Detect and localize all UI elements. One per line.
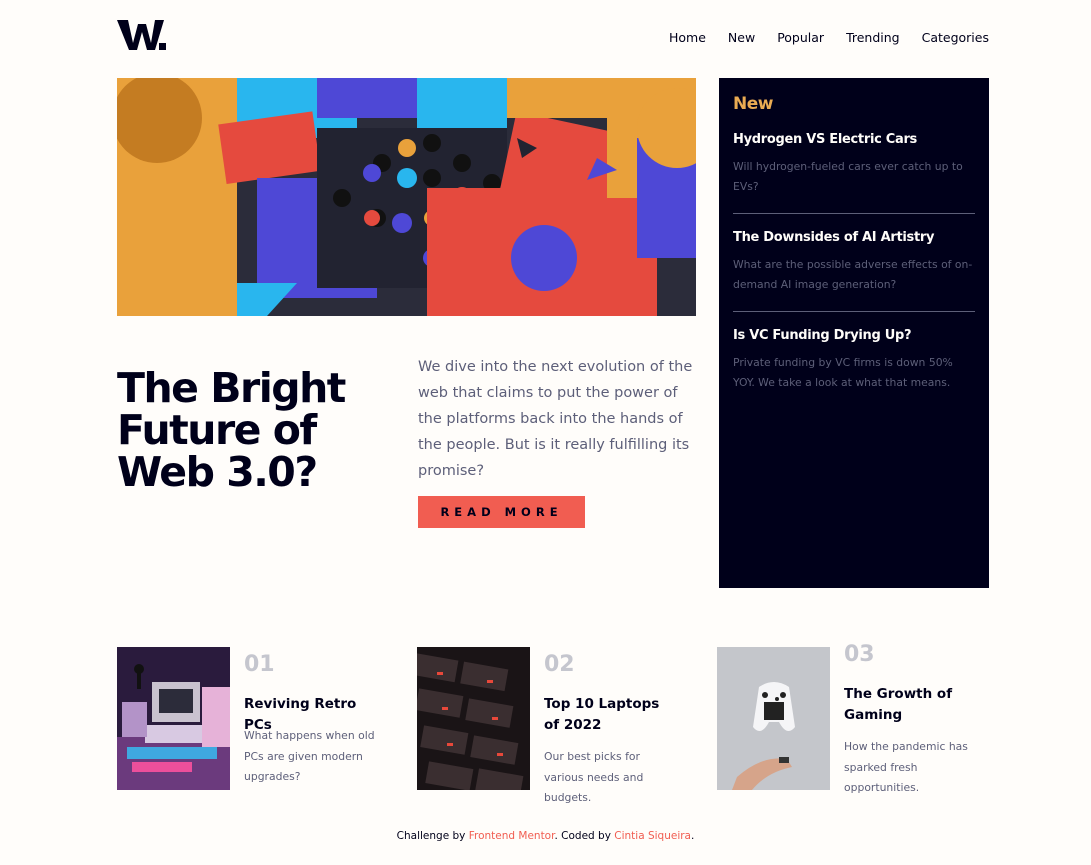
nav-home[interactable]: Home [669, 30, 706, 45]
footer-prefix: Challenge by [396, 830, 469, 842]
card-description: How the pandemic has sparked fresh oppor… [844, 740, 968, 794]
abstract-3d-blocks-image [117, 78, 696, 316]
new-articles-panel: New Hydrogen VS Electric Cars Will hydro… [719, 78, 989, 588]
hero-description: We dive into the next evolution of the w… [418, 359, 693, 479]
new-item-title[interactable]: Hydrogen VS Electric Cars [733, 132, 975, 147]
new-item: The Downsides of AI Artistry What are th… [733, 230, 975, 312]
site-header: Home New Popular Trending Categories [117, 18, 989, 58]
nav-trending[interactable]: Trending [846, 30, 900, 45]
retro-pcs-image [117, 647, 230, 790]
footer-suffix: . [691, 830, 695, 842]
article-card: 01 Reviving Retro PCs What happens when … [117, 647, 377, 807]
new-item: Is VC Funding Drying Up? Private funding… [733, 328, 975, 409]
nav-popular[interactable]: Popular [777, 30, 824, 45]
gaming-image [717, 647, 830, 790]
author-link[interactable]: Cintia Siqueira [614, 830, 691, 842]
card-title[interactable]: Top 10 Laptops of 2022 [544, 694, 679, 736]
card-title[interactable]: The Growth of Gaming [844, 684, 979, 726]
nav-new[interactable]: New [728, 30, 755, 45]
footer-middle: . Coded by [554, 830, 615, 842]
new-heading: New [733, 94, 773, 114]
card-number: 02 [544, 652, 575, 677]
card-description: What happens when old PCs are given mode… [244, 729, 375, 783]
new-item-desc: What are the possible adverse effects of… [733, 258, 973, 291]
attribution-footer: Challenge by Frontend Mentor. Coded by C… [0, 830, 1091, 842]
article-card: 02 Top 10 Laptops of 2022 Our best picks… [417, 647, 677, 807]
new-item-title[interactable]: The Downsides of AI Artistry [733, 230, 975, 245]
main-nav: Home New Popular Trending Categories [669, 30, 989, 45]
card-description: Our best picks for various needs and bud… [544, 750, 644, 804]
card-number: 03 [844, 642, 875, 667]
new-item-desc: Private funding by VC firms is down 50% … [733, 356, 953, 389]
new-item: Hydrogen VS Electric Cars Will hydrogen-… [733, 132, 975, 214]
laptops-image [417, 647, 530, 790]
nav-categories[interactable]: Categories [922, 30, 989, 45]
w-logo-icon[interactable] [117, 18, 167, 54]
hero-image [117, 78, 696, 316]
hero-title: The Bright Future of Web 3.0? [117, 364, 346, 496]
card-number: 01 [244, 652, 275, 677]
read-more-button[interactable]: READ MORE [418, 496, 585, 528]
article-card: 03 The Growth of Gaming How the pandemic… [717, 642, 979, 807]
new-item-desc: Will hydrogen-fueled cars ever catch up … [733, 160, 963, 193]
frontend-mentor-link[interactable]: Frontend Mentor [469, 830, 555, 842]
new-item-title[interactable]: Is VC Funding Drying Up? [733, 328, 975, 343]
